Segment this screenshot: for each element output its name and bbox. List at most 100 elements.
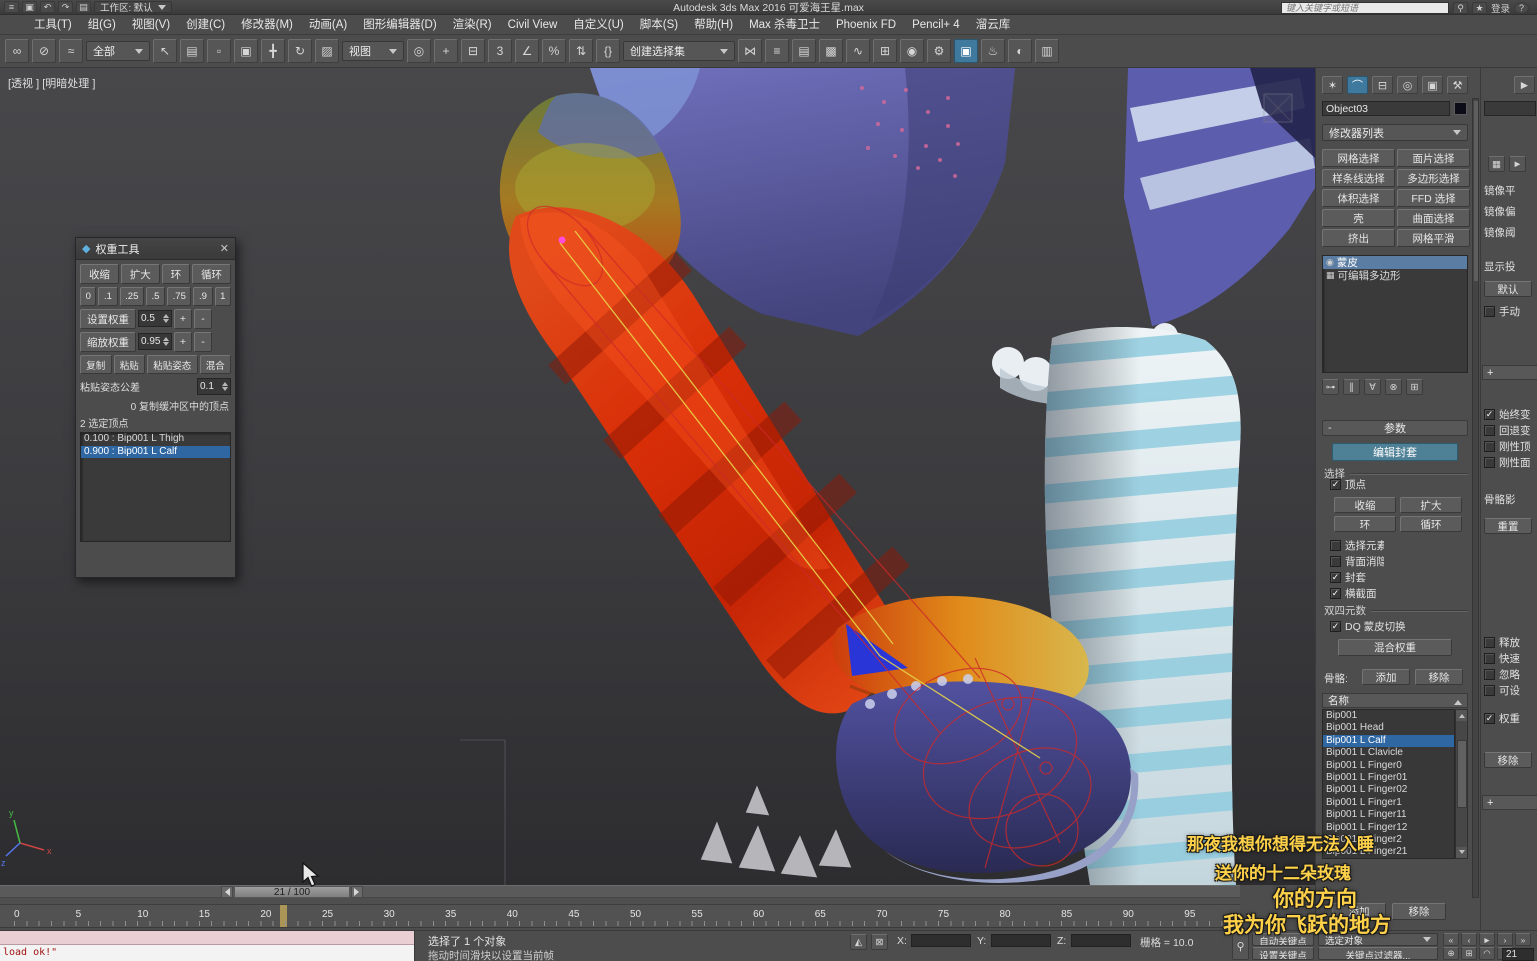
go-to-end-button[interactable]: » xyxy=(1515,933,1531,946)
favorites-icon[interactable]: ★ xyxy=(1471,2,1487,14)
render-iterative-icon[interactable]: ◐ xyxy=(1008,39,1032,63)
select-and-scale-icon[interactable]: ▨ xyxy=(315,39,339,63)
bind-to-space-warp-icon[interactable]: ≈ xyxy=(59,39,83,63)
reference-coordinate-dropdown[interactable]: 视图 xyxy=(342,41,404,61)
close-icon[interactable]: ✕ xyxy=(220,242,229,255)
modify-tab-icon[interactable]: ⌒ xyxy=(1347,76,1368,94)
redo-icon[interactable]: ↷ xyxy=(58,1,73,13)
parameters-rollout-header[interactable]: - 参数 xyxy=(1322,420,1468,436)
modifier-shortcut-button[interactable]: 曲面选择 xyxy=(1397,209,1470,227)
modifier-shortcut-button[interactable]: FFD 选择 xyxy=(1397,189,1470,207)
weight-preset-button[interactable]: .5 xyxy=(145,287,166,306)
loop-button[interactable]: 循环 xyxy=(1400,516,1462,532)
listener-line[interactable]: load ok!" xyxy=(0,945,414,961)
vertex-weight-entry[interactable]: 0.100 : Bip001 L Thigh xyxy=(81,433,230,446)
go-to-start-button[interactable]: « xyxy=(1443,933,1459,946)
remove-cross-section-button[interactable]: 移除 xyxy=(1392,903,1446,920)
manual-update-checkbox[interactable]: 手动 xyxy=(1484,305,1537,318)
scale-weight-button[interactable]: 缩放权重 xyxy=(80,332,136,352)
add-bone-button[interactable]: 添加 xyxy=(1362,669,1410,685)
bone-list-item[interactable]: Bip001 L Finger1 xyxy=(1323,797,1454,809)
align-icon[interactable]: ≡ xyxy=(765,39,789,63)
unlink-selection-icon[interactable]: ⊘ xyxy=(32,39,56,63)
scroll-down-icon[interactable] xyxy=(1456,847,1467,858)
scroll-up-icon[interactable] xyxy=(1456,710,1467,721)
project-folder-icon[interactable]: ▤ xyxy=(76,1,91,13)
display-option-checkbox[interactable]: 释放 xyxy=(1484,636,1537,649)
rectangular-selection-region-icon[interactable]: ▫ xyxy=(207,39,231,63)
spinner-arrows-icon[interactable] xyxy=(222,379,228,394)
bone-list-item[interactable]: Bip001 L Clavicle xyxy=(1323,747,1454,759)
graphite-ribbon-icon[interactable]: ▩ xyxy=(819,39,843,63)
remove-modifier-icon[interactable]: ⊗ xyxy=(1385,379,1402,395)
show-end-result-icon[interactable]: ∥ xyxy=(1343,379,1360,395)
help-icon[interactable]: ? xyxy=(1514,2,1529,14)
select-and-manipulate-icon[interactable]: + xyxy=(434,39,458,63)
snap-toggle-3d-icon[interactable]: 3 xyxy=(488,39,512,63)
menu-item[interactable]: 图形编辑器(D) xyxy=(355,16,444,35)
utilities-extra-tab[interactable]: ► xyxy=(1514,76,1535,94)
bone-list-item[interactable]: Bip001 L Finger02 xyxy=(1323,784,1454,796)
play-button[interactable]: ► xyxy=(1479,933,1495,946)
orbit-icon[interactable]: ◠ xyxy=(1479,947,1495,960)
weight-grow-button[interactable]: 扩大 xyxy=(120,264,160,284)
scale-weight-value[interactable]: 0.95 xyxy=(138,333,172,350)
skin-option-checkbox[interactable]: 选择元素 xyxy=(1330,539,1384,552)
tolerance-value[interactable]: 0.1 xyxy=(197,378,231,395)
weight-preset-button[interactable]: .75 xyxy=(167,287,192,306)
menu-item[interactable]: 渲染(R) xyxy=(445,16,500,35)
render-production-icon[interactable]: ♨ xyxy=(981,39,1005,63)
window-crossing-toggle-icon[interactable]: ▣ xyxy=(234,39,258,63)
skin-option-checkbox[interactable]: 横截面 xyxy=(1330,587,1384,600)
modifier-stack[interactable]: ◉ 蒙皮 ▦ 可编辑多边形 xyxy=(1322,255,1468,373)
set-weight-value[interactable]: 0.5 xyxy=(138,310,172,327)
weight-grow-button[interactable]: 收缩 xyxy=(80,264,119,284)
time-slider-track[interactable]: 21 / 100 xyxy=(0,885,1240,898)
scroll-thumb[interactable] xyxy=(1457,740,1467,808)
modifier-shortcut-button[interactable]: 面片选择 xyxy=(1397,149,1470,167)
advanced-parameter-checkbox[interactable]: 回退变 xyxy=(1484,424,1537,437)
vertices-checkbox[interactable]: 顶点 xyxy=(1330,478,1366,491)
menu-item[interactable]: Civil View xyxy=(500,16,566,35)
hierarchy-tab-icon[interactable]: ⊟ xyxy=(1372,76,1393,94)
bone-list-item[interactable]: Bip001 Head xyxy=(1323,722,1454,734)
blend-weights-button[interactable]: 混合权重 xyxy=(1338,639,1452,656)
weight-copy-paste-button[interactable]: 混合 xyxy=(199,355,231,374)
advanced-parameter-checkbox[interactable]: 始终变 xyxy=(1484,408,1537,421)
display-option-checkbox[interactable]: 可设 xyxy=(1484,684,1537,697)
collapsed-rollout-header[interactable]: + xyxy=(1482,795,1537,810)
x-coordinate-field[interactable] xyxy=(911,934,971,947)
skin-option-checkbox[interactable]: 封套 xyxy=(1330,571,1384,584)
default-button[interactable]: 默认 xyxy=(1484,281,1532,297)
menu-item[interactable]: 动画(A) xyxy=(301,16,355,35)
bone-list-scrollbar[interactable] xyxy=(1455,709,1468,859)
modifier-shortcut-button[interactable]: 网格平滑 xyxy=(1397,229,1470,247)
weight-preset-button[interactable]: .1 xyxy=(98,287,118,306)
time-slider-handle[interactable]: 21 / 100 xyxy=(234,886,350,898)
weight-preset-button[interactable]: .25 xyxy=(119,287,144,306)
clipped-field[interactable] xyxy=(1484,101,1536,116)
infocenter-search-input[interactable] xyxy=(1280,2,1449,14)
modifier-shortcut-button[interactable]: 壳 xyxy=(1322,209,1395,227)
advanced-parameter-checkbox[interactable]: 刚性面 xyxy=(1484,456,1537,469)
weight-grow-button[interactable]: 循环 xyxy=(192,264,231,284)
weight-copy-paste-button[interactable]: 粘贴姿态 xyxy=(147,355,198,374)
vertex-weight-entry[interactable]: 0.900 : Bip001 L Calf xyxy=(81,445,230,458)
menu-item[interactable]: Max 杀毒卫士 xyxy=(741,16,828,35)
menu-item[interactable]: 创建(C) xyxy=(178,16,233,35)
schematic-view-icon[interactable]: ⊞ xyxy=(873,39,897,63)
select-object-icon[interactable]: ↖ xyxy=(153,39,177,63)
configure-modifier-sets-icon[interactable]: ⊞ xyxy=(1406,379,1423,395)
set-weight-button[interactable]: 设置权重 xyxy=(80,309,136,329)
shrink-button[interactable]: 收缩 xyxy=(1334,497,1396,513)
scale-minus-button[interactable]: - xyxy=(194,332,212,352)
z-coordinate-field[interactable] xyxy=(1071,934,1131,947)
bone-name-column-header[interactable]: 名称 xyxy=(1322,693,1468,708)
weight-option-checkbox[interactable]: 权重 xyxy=(1484,712,1537,725)
render-setup-icon[interactable]: ⚙ xyxy=(927,39,951,63)
display-option-checkbox[interactable]: 快速 xyxy=(1484,652,1537,665)
search-icon[interactable]: ⚲ xyxy=(1452,2,1468,14)
bone-list-item[interactable]: Bip001 xyxy=(1323,710,1454,722)
save-icon[interactable]: ▣ xyxy=(22,1,37,13)
undo-icon[interactable]: ↶ xyxy=(40,1,55,13)
